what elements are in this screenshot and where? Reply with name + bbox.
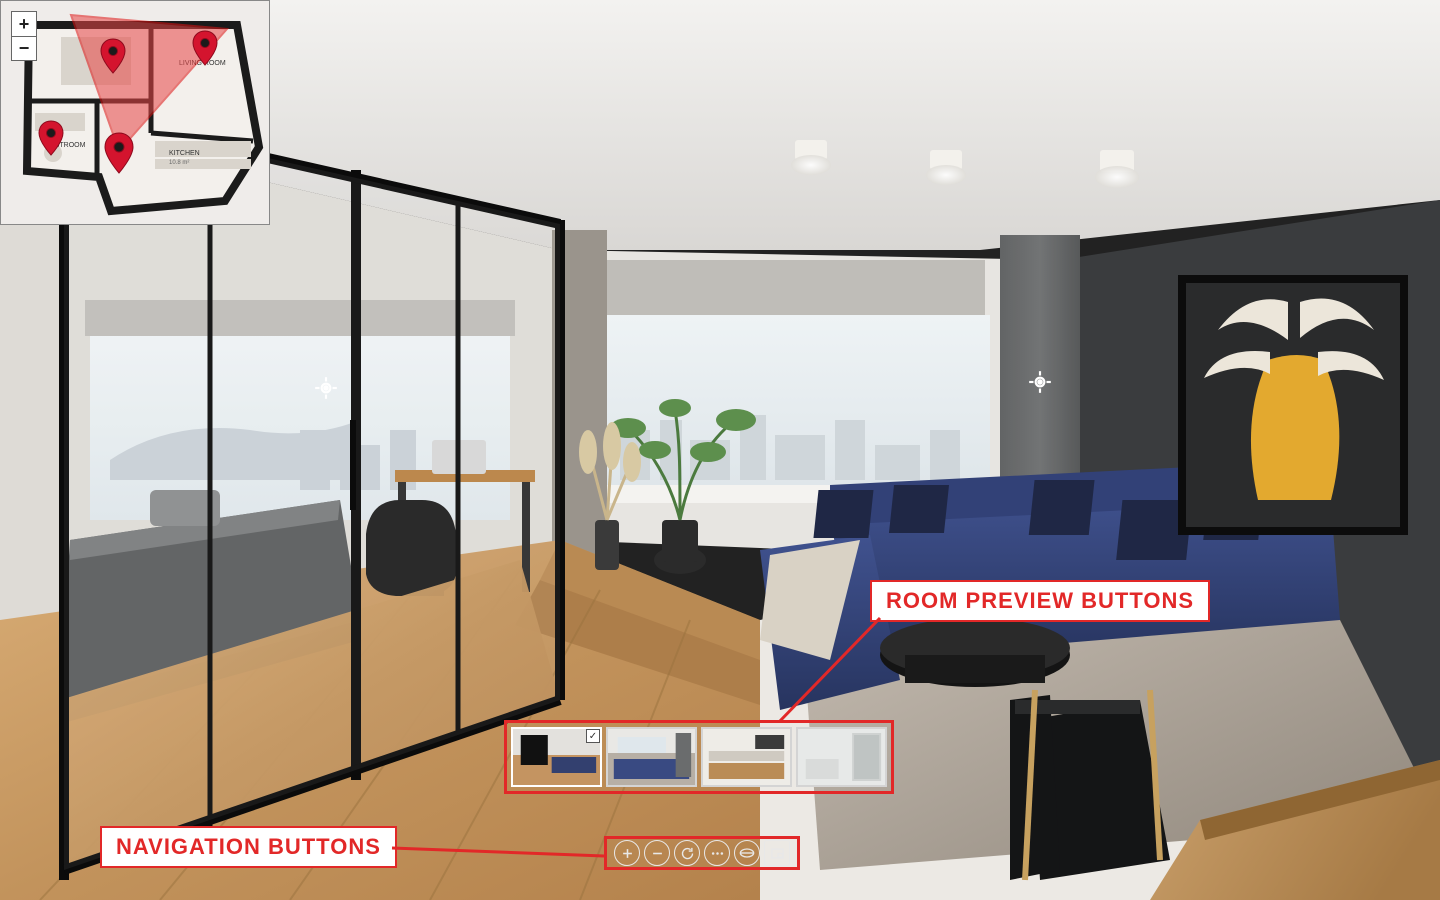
check-icon: ✓ (586, 729, 600, 743)
floorplan[interactable]: RESTROOM KITCHEN 10.8 m² LIVING ROOM (1, 1, 271, 226)
hotspot-bedroom[interactable] (312, 374, 340, 402)
zoom-in-button[interactable] (614, 840, 640, 866)
minimap[interactable]: RESTROOM KITCHEN 10.8 m² LIVING ROOM + − (0, 0, 270, 225)
navigation-bar (604, 836, 800, 870)
minimap-zoom-out[interactable]: − (12, 36, 36, 60)
annotation-navigation: NAVIGATION BUTTONS (100, 826, 397, 868)
virtual-tour-viewport[interactable]: RESTROOM KITCHEN 10.8 m² LIVING ROOM + −… (0, 0, 1440, 900)
minimap-zoom-in[interactable]: + (12, 12, 36, 36)
panorama-mode-button[interactable] (734, 840, 760, 866)
preview-bedroom[interactable] (606, 727, 697, 787)
preview-living-room[interactable]: ✓ (511, 727, 602, 787)
minimap-zoom-controls: + − (11, 11, 37, 61)
annotation-room-preview: ROOM PREVIEW BUTTONS (870, 580, 1210, 622)
preview-kitchen[interactable] (701, 727, 792, 787)
svg-text:10.8 m²: 10.8 m² (169, 160, 189, 166)
hotspot-living[interactable] (1026, 368, 1054, 396)
fullscreen-button[interactable] (764, 840, 790, 866)
more-options-button[interactable] (704, 840, 730, 866)
preview-bathroom[interactable] (796, 727, 887, 787)
zoom-out-button[interactable] (644, 840, 670, 866)
minimap-label-kitchen: KITCHEN (169, 150, 200, 157)
reset-view-button[interactable] (674, 840, 700, 866)
room-preview-strip: ✓ (504, 720, 894, 794)
